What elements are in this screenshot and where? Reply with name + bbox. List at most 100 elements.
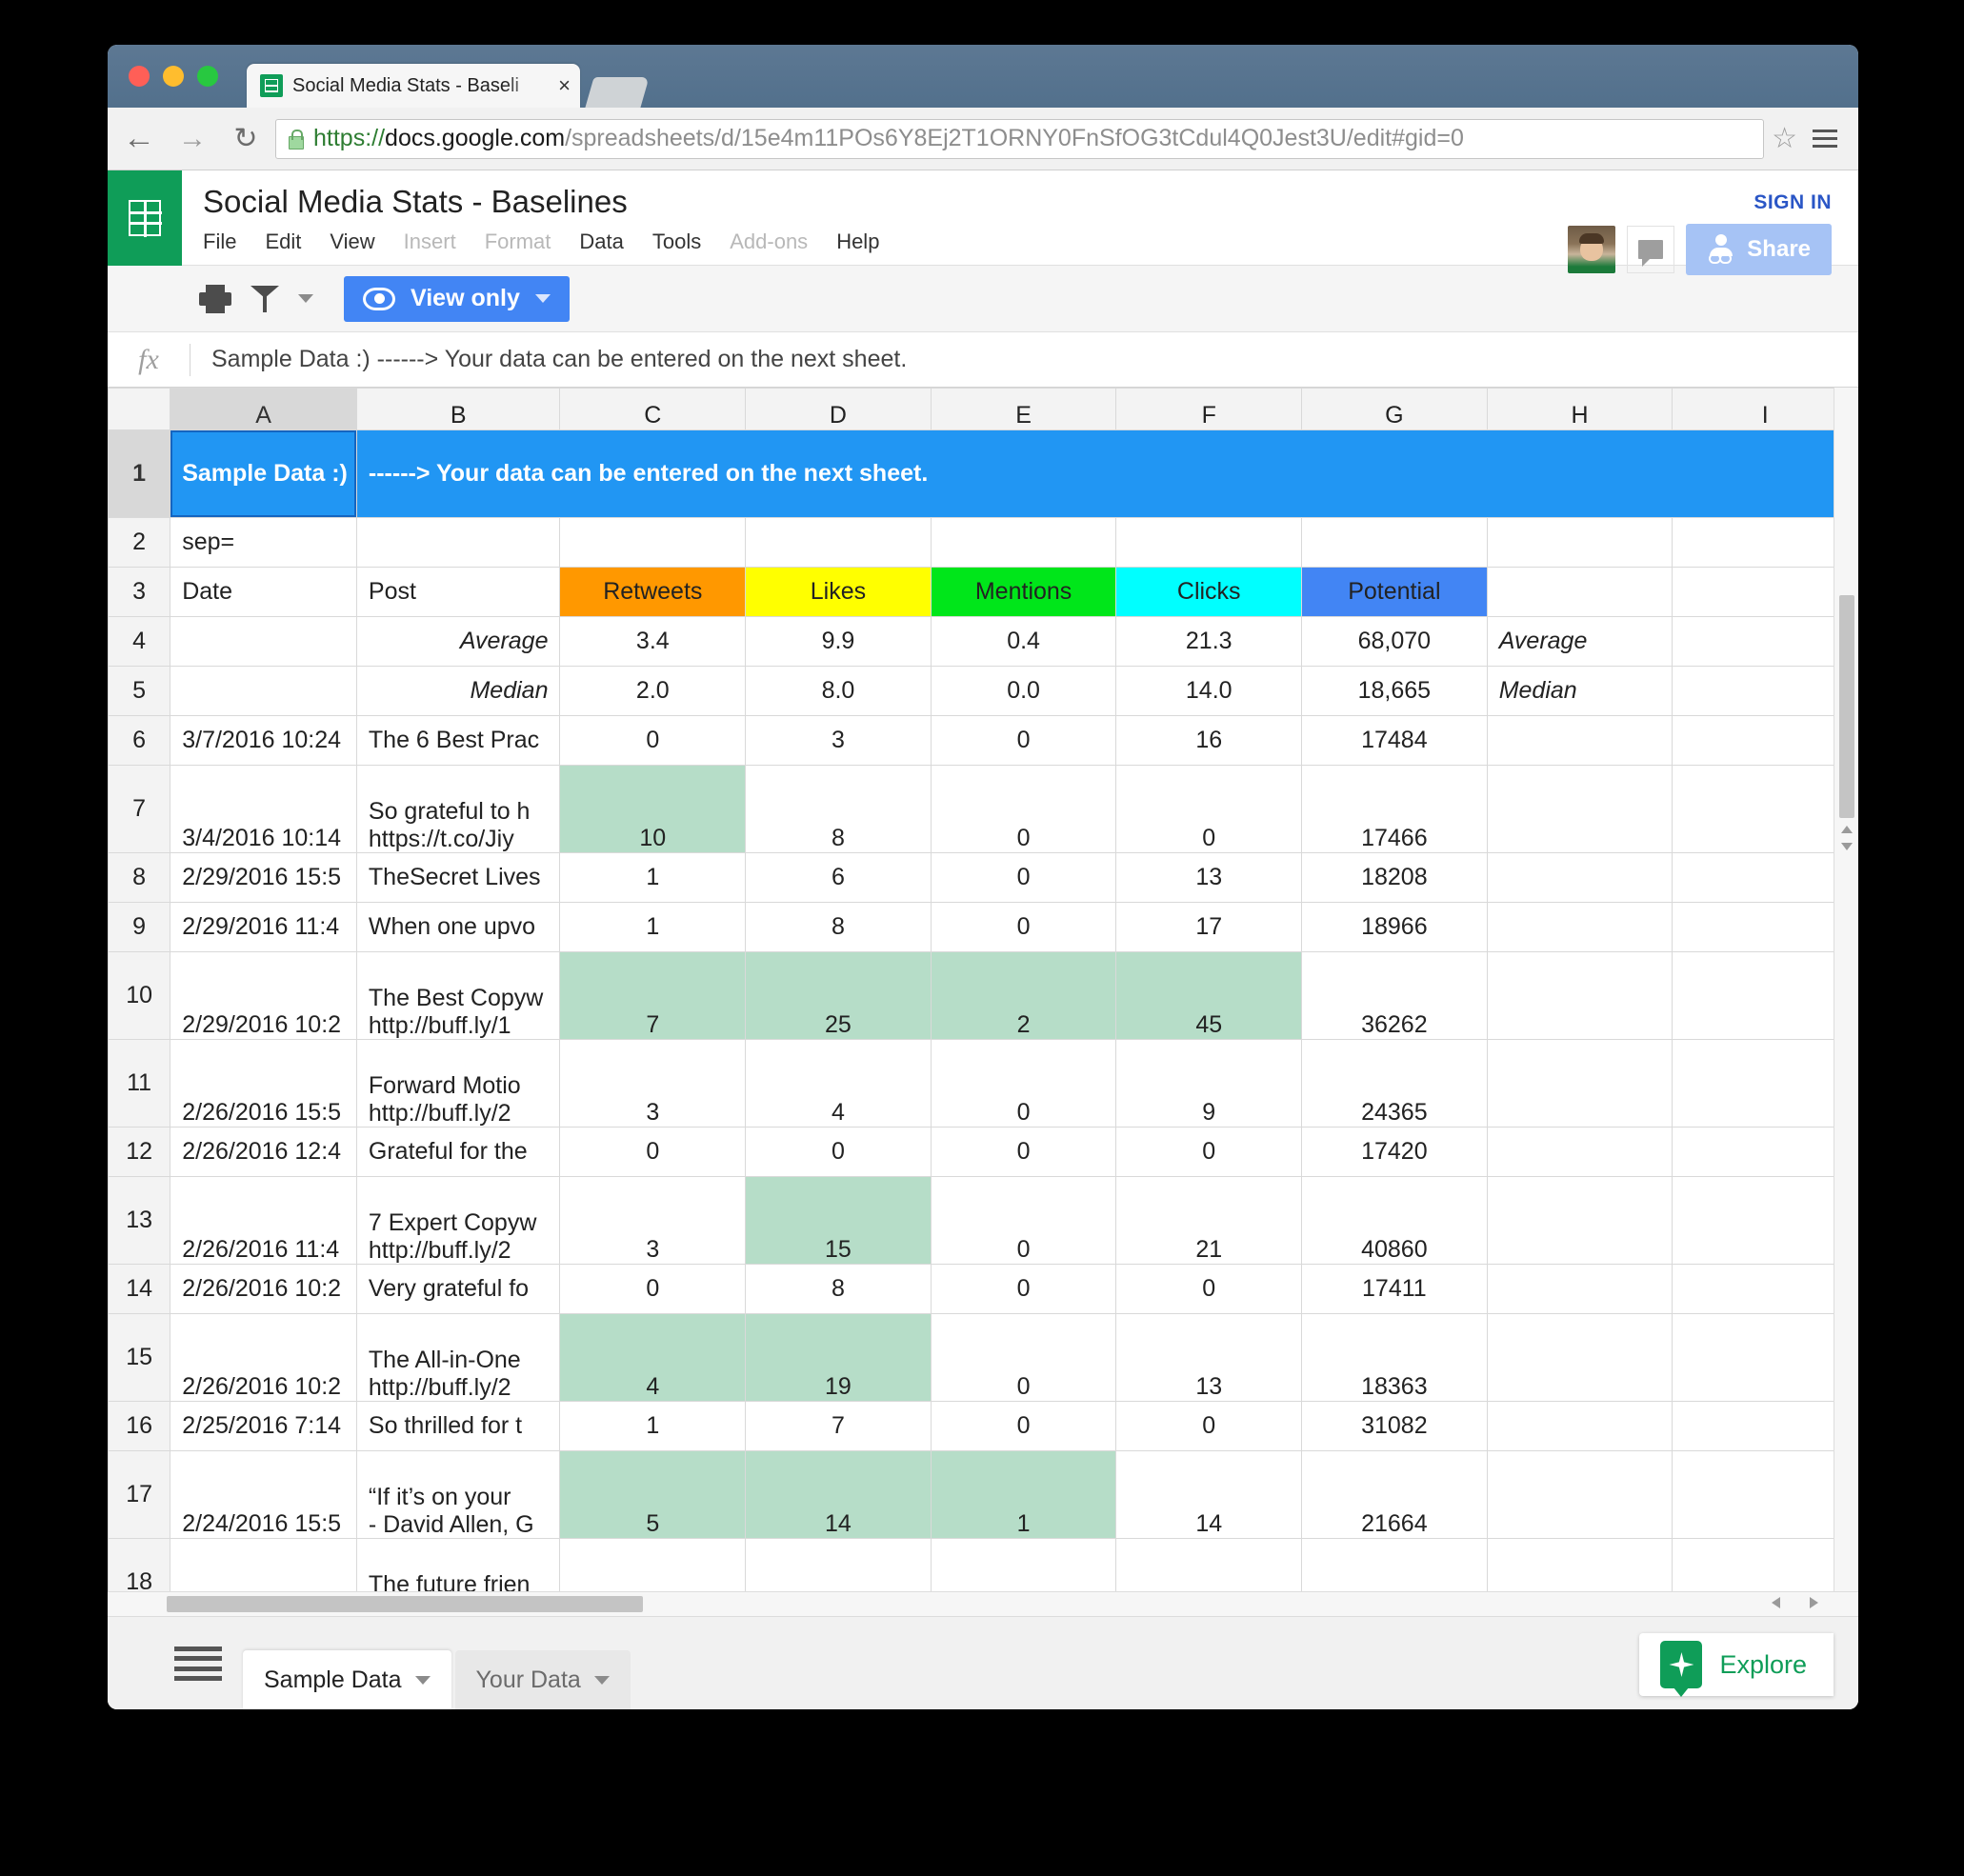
cell-c13-retweets[interactable]: 3 [559, 1176, 747, 1265]
cell-g2[interactable] [1301, 517, 1488, 568]
cell-b5-median-label[interactable]: Median [355, 666, 561, 716]
minimize-window-button[interactable] [163, 66, 184, 87]
cell-d7-likes[interactable]: 8 [745, 765, 932, 853]
cell-e9-mentions[interactable]: 0 [930, 902, 1117, 952]
row-header-16[interactable]: 16 [108, 1401, 171, 1451]
cell-a8-date[interactable]: 2/29/2016 15:5 [170, 852, 357, 903]
cell-h13[interactable] [1486, 1176, 1673, 1265]
cell-d14-likes[interactable]: 8 [745, 1264, 932, 1314]
cell-a11-date[interactable]: 2/26/2016 15:5 [170, 1039, 357, 1128]
cell-d12-likes[interactable]: 0 [745, 1127, 932, 1177]
cell-b10-post[interactable]: The Best Copyw http://buff.ly/1 [355, 951, 561, 1040]
cell-b1[interactable]: ------> Your data can be entered on the … [355, 429, 1858, 518]
view-only-chevron-down-icon[interactable] [534, 294, 551, 303]
cell-i4[interactable] [1672, 616, 1858, 667]
print-icon[interactable] [199, 284, 231, 313]
cell-a15-date[interactable]: 2/26/2016 10:2 [170, 1313, 357, 1402]
cell-c8-retweets[interactable]: 1 [559, 852, 747, 903]
cell-i17[interactable] [1672, 1450, 1858, 1539]
row-header-1[interactable]: 1 [108, 429, 171, 518]
cell-b4-average-label[interactable]: Average [355, 616, 561, 667]
cell-b17-post[interactable]: “If it’s on your - David Allen, G [355, 1450, 561, 1539]
menu-file[interactable]: File [203, 230, 236, 254]
cell-f4-average-clicks[interactable]: 21.3 [1115, 616, 1303, 667]
cell-h4-average-label[interactable]: Average [1486, 616, 1673, 667]
cell-b9-post[interactable]: When one upvo [355, 902, 561, 952]
row-header-8[interactable]: 8 [108, 852, 171, 903]
cell-e17-mentions[interactable]: 1 [930, 1450, 1117, 1539]
filter-icon[interactable] [249, 284, 281, 314]
cell-c16-retweets[interactable]: 1 [559, 1401, 747, 1451]
cell-h7[interactable] [1486, 765, 1673, 853]
cell-i7[interactable] [1672, 765, 1858, 853]
address-bar[interactable]: https://docs.google.com/spreadsheets/d/1… [275, 118, 1765, 159]
cell-f3-clicks[interactable]: Clicks [1115, 567, 1303, 617]
cell-d8-likes[interactable]: 6 [745, 852, 932, 903]
cell-g13-potential[interactable]: 40860 [1301, 1176, 1488, 1265]
cell-f12-clicks[interactable]: 0 [1115, 1127, 1303, 1177]
cell-d13-likes[interactable]: 15 [745, 1176, 932, 1265]
cell-c11-retweets[interactable]: 3 [559, 1039, 747, 1128]
row-header-2[interactable]: 2 [108, 517, 171, 568]
browser-menu-icon[interactable] [1803, 130, 1847, 148]
cell-g6-potential[interactable]: 17484 [1301, 715, 1488, 766]
cell-e12-mentions[interactable]: 0 [930, 1127, 1117, 1177]
sheet-tab-chevron-down-icon[interactable] [593, 1675, 610, 1685]
cell-e16-mentions[interactable]: 0 [930, 1401, 1117, 1451]
cell-d6-likes[interactable]: 3 [745, 715, 932, 766]
cell-d5-median-likes[interactable]: 8.0 [745, 666, 932, 716]
menu-help[interactable]: Help [836, 230, 879, 254]
cell-c9-retweets[interactable]: 1 [559, 902, 747, 952]
column-header-b[interactable]: B [355, 388, 561, 430]
cell-c15-retweets[interactable]: 4 [559, 1313, 747, 1402]
column-header-e[interactable]: E [930, 388, 1117, 430]
new-tab-button[interactable] [585, 77, 650, 108]
row-header-10[interactable]: 10 [108, 951, 171, 1040]
cell-f16-clicks[interactable]: 0 [1115, 1401, 1303, 1451]
cell-e3-mentions[interactable]: Mentions [930, 567, 1117, 617]
menu-view[interactable]: View [330, 230, 374, 254]
cell-f13-clicks[interactable]: 21 [1115, 1176, 1303, 1265]
cell-b12-post[interactable]: Grateful for the [355, 1127, 561, 1177]
cell-d9-likes[interactable]: 8 [745, 902, 932, 952]
cell-a17-date[interactable]: 2/24/2016 15:5 [170, 1450, 357, 1539]
cell-b3-post[interactable]: Post [355, 567, 561, 617]
cell-d15-likes[interactable]: 19 [745, 1313, 932, 1402]
cell-i14[interactable] [1672, 1264, 1858, 1314]
row-header-5[interactable]: 5 [108, 666, 171, 716]
cell-e8-mentions[interactable]: 0 [930, 852, 1117, 903]
sheet-tab-chevron-down-icon[interactable] [414, 1675, 431, 1685]
row-header-17[interactable]: 17 [108, 1450, 171, 1539]
menu-tools[interactable]: Tools [652, 230, 701, 254]
row-header-11[interactable]: 11 [108, 1039, 171, 1128]
cell-g14-potential[interactable]: 17411 [1301, 1264, 1488, 1314]
column-header-f[interactable]: F [1115, 388, 1303, 430]
cell-b2[interactable] [355, 517, 561, 568]
cell-d16-likes[interactable]: 7 [745, 1401, 932, 1451]
column-header-c[interactable]: C [559, 388, 747, 430]
horizontal-scrollbar-thumb[interactable] [167, 1596, 643, 1612]
cell-i5[interactable] [1672, 666, 1858, 716]
cell-g12-potential[interactable]: 17420 [1301, 1127, 1488, 1177]
cell-d10-likes[interactable]: 25 [745, 951, 932, 1040]
cell-f14-clicks[interactable]: 0 [1115, 1264, 1303, 1314]
spreadsheet-grid[interactable]: A B C D E F G H I 1 Sample Data:) -----… [108, 388, 1858, 1616]
cell-f10-clicks[interactable]: 45 [1115, 951, 1303, 1040]
cell-c5-median-retweets[interactable]: 2.0 [559, 666, 747, 716]
cell-c17-retweets[interactable]: 5 [559, 1450, 747, 1539]
cell-c6-retweets[interactable]: 0 [559, 715, 747, 766]
cell-i16[interactable] [1672, 1401, 1858, 1451]
cell-c2[interactable] [559, 517, 747, 568]
row-header-6[interactable]: 6 [108, 715, 171, 766]
view-only-button[interactable]: View only [344, 275, 570, 322]
sheets-logo-icon[interactable] [108, 170, 182, 266]
row-header-4[interactable]: 4 [108, 616, 171, 667]
vertical-scrollbar[interactable] [1834, 388, 1858, 1616]
cell-c4-average-retweets[interactable]: 3.4 [559, 616, 747, 667]
cell-b7-post[interactable]: So grateful to h https://t.co/Jiy [355, 765, 561, 853]
share-button[interactable]: Share [1686, 224, 1832, 275]
scroll-left-icon[interactable] [1772, 1597, 1780, 1608]
select-all-corner[interactable] [108, 388, 171, 430]
reload-button[interactable]: ↻ [224, 122, 268, 155]
scroll-up-icon[interactable] [1841, 826, 1853, 833]
